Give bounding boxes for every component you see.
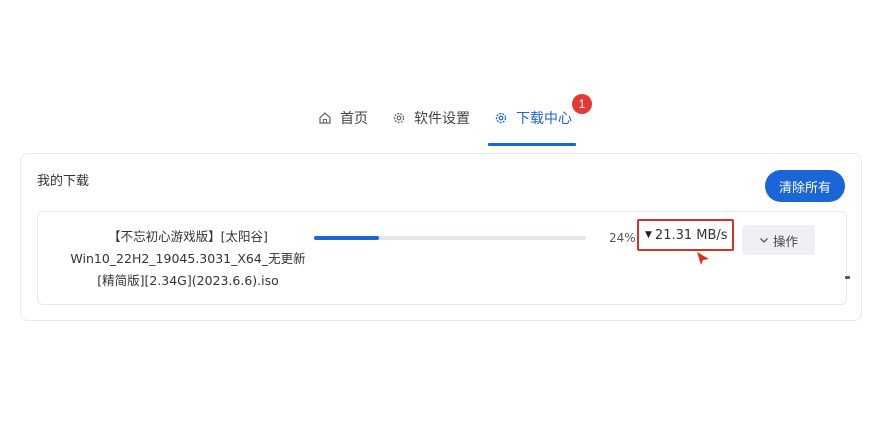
- download-item: 【不忘初心游戏版】[太阳谷] Win10_22H2_19045.3031_X64…: [37, 211, 847, 305]
- tab-home[interactable]: 首页: [318, 100, 368, 136]
- annotation-arrow-icon: [697, 252, 709, 265]
- actions-button-label: 操作: [772, 233, 798, 249]
- scrollbar-indicator[interactable]: [845, 276, 850, 279]
- caret-down-icon: ▼: [645, 230, 652, 240]
- progress-bar-fill: [314, 236, 380, 240]
- downloads-panel: 我的下载 清除所有 【不忘初心游戏版】[太阳谷] Win10_22H2_1904…: [20, 153, 862, 321]
- filename-line-2: Win10_22H2_19045.3031_X64_无更新: [70, 251, 306, 266]
- filename-line-3: [精简版][2.34G](2023.6.6).iso: [97, 273, 279, 288]
- panel-title: 我的下载: [37, 174, 90, 189]
- tab-download-center-label: 下载中心: [516, 111, 572, 127]
- tab-settings-label: 软件设置: [414, 111, 470, 127]
- tab-home-label: 首页: [340, 111, 368, 127]
- download-filename: 【不忘初心游戏版】[太阳谷] Win10_22H2_19045.3031_X64…: [50, 226, 326, 292]
- gear-icon: [392, 111, 406, 125]
- clear-all-button[interactable]: 清除所有: [764, 170, 845, 202]
- progress-bar: [314, 236, 586, 240]
- download-speed-value: 21.31 MB/s: [654, 227, 728, 243]
- tab-download-center[interactable]: 下载中心 1: [488, 94, 592, 146]
- filename-line-1: 【不忘初心游戏版】[太阳谷]: [108, 229, 268, 244]
- actions-button[interactable]: 操作: [742, 225, 815, 255]
- home-icon: [318, 111, 332, 125]
- tab-settings[interactable]: 软件设置: [392, 100, 470, 136]
- download-speed: ▼ 21.31 MB/s: [637, 219, 734, 251]
- notification-badge: 1: [572, 94, 592, 114]
- top-nav: 首页 软件设置 下载中心 1: [318, 94, 596, 146]
- chevron-down-icon: [759, 233, 769, 248]
- gear-icon: [494, 111, 508, 125]
- progress-percent: 24%: [609, 231, 636, 245]
